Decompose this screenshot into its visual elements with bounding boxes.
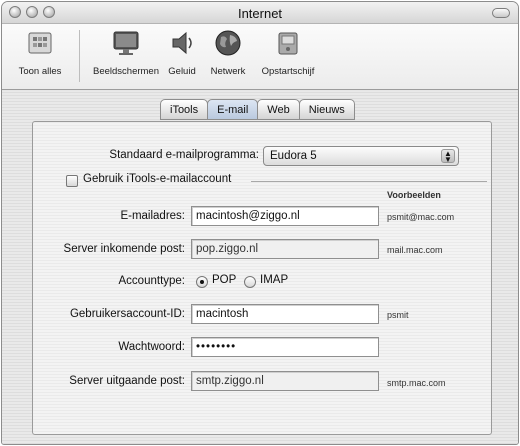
tab-email[interactable]: E-mail <box>207 99 259 120</box>
display-icon <box>113 31 139 55</box>
user-id-example: psmit <box>387 310 409 320</box>
account-type-imap-label: IMAP <box>260 274 289 286</box>
default-client-popup[interactable]: Eudora 5 ▲ ▼ <box>263 146 459 166</box>
tab-itools[interactable]: iTools <box>160 99 209 120</box>
outgoing-server-field[interactable]: smtp.ziggo.nl <box>191 371 379 391</box>
toolbar: Toon alles Beeldschermen Geluid Netwerk … <box>2 24 518 90</box>
toolbar-item-show-all[interactable]: Toon alles <box>6 28 74 77</box>
account-type-pop-radio[interactable] <box>196 276 208 288</box>
user-id-label: Gebruikersaccount-ID: <box>69 308 185 320</box>
use-itools-label: Gebruik iTools-e-mailaccount <box>83 173 232 185</box>
default-client-value: Eudora 5 <box>270 150 317 162</box>
account-type-imap-radio[interactable] <box>244 276 256 288</box>
incoming-server-example: mail.mac.com <box>387 245 443 255</box>
preferences-window: Internet Toon alles Beeldschermen Geluid… <box>1 1 519 445</box>
incoming-server-label: Server inkomende post: <box>63 243 185 255</box>
account-type-label: Accounttype: <box>118 275 185 287</box>
user-id-field[interactable]: macintosh <box>191 304 379 324</box>
email-example: psmit@mac.com <box>387 212 455 222</box>
toolbar-item-displays[interactable]: Beeldschermen <box>90 28 162 77</box>
popup-arrows-icon: ▲ ▼ <box>441 149 455 164</box>
toolbar-label-show-all: Toon alles <box>18 66 62 77</box>
email-field[interactable]: macintosh@ziggo.nl <box>191 206 379 226</box>
password-field[interactable]: •••••••• <box>191 337 379 357</box>
globe-icon <box>215 30 241 56</box>
email-settings-pane: Standaard e-mailprogramma: Eudora 5 ▲ ▼ G… <box>32 121 492 435</box>
outgoing-server-example: smtp.mac.com <box>387 378 446 388</box>
tab-news[interactable]: Nieuws <box>298 99 355 120</box>
toolbar-label-network: Netwerk <box>210 66 246 77</box>
toolbar-label-sound: Geluid <box>168 66 196 77</box>
outgoing-server-label: Server uitgaande post: <box>69 375 185 387</box>
toolbar-label-startup-disk: Opstartschijf <box>261 66 315 77</box>
toolbar-item-network[interactable]: Netwerk <box>204 28 252 77</box>
title-bar[interactable]: Internet <box>2 2 518 24</box>
tab-bar: iTools E-mail Web Nieuws <box>160 99 355 121</box>
toolbar-separator <box>79 30 80 82</box>
tab-web[interactable]: Web <box>257 99 300 120</box>
password-label: Wachtwoord: <box>118 341 185 353</box>
toolbar-item-sound[interactable]: Geluid <box>162 28 202 77</box>
content-area: iTools E-mail Web Nieuws Standaard e-mai… <box>2 91 518 444</box>
use-itools-checkbox[interactable] <box>66 175 78 187</box>
show-all-icon <box>28 32 52 54</box>
examples-header: Voorbeelden <box>387 190 441 200</box>
toolbar-toggle-button[interactable] <box>492 8 510 18</box>
disk-icon <box>278 32 298 55</box>
group-divider <box>251 181 487 182</box>
account-type-pop-label: POP <box>212 274 237 286</box>
incoming-server-field[interactable]: pop.ziggo.nl <box>191 239 379 259</box>
window-title: Internet <box>237 6 283 21</box>
toolbar-item-startup-disk[interactable]: Opstartschijf <box>252 28 324 77</box>
email-label: E-mailadres: <box>120 210 185 222</box>
default-client-label: Standaard e-mailprogramma: <box>109 149 259 161</box>
toolbar-label-displays: Beeldschermen <box>92 66 159 77</box>
speaker-icon <box>172 31 192 55</box>
